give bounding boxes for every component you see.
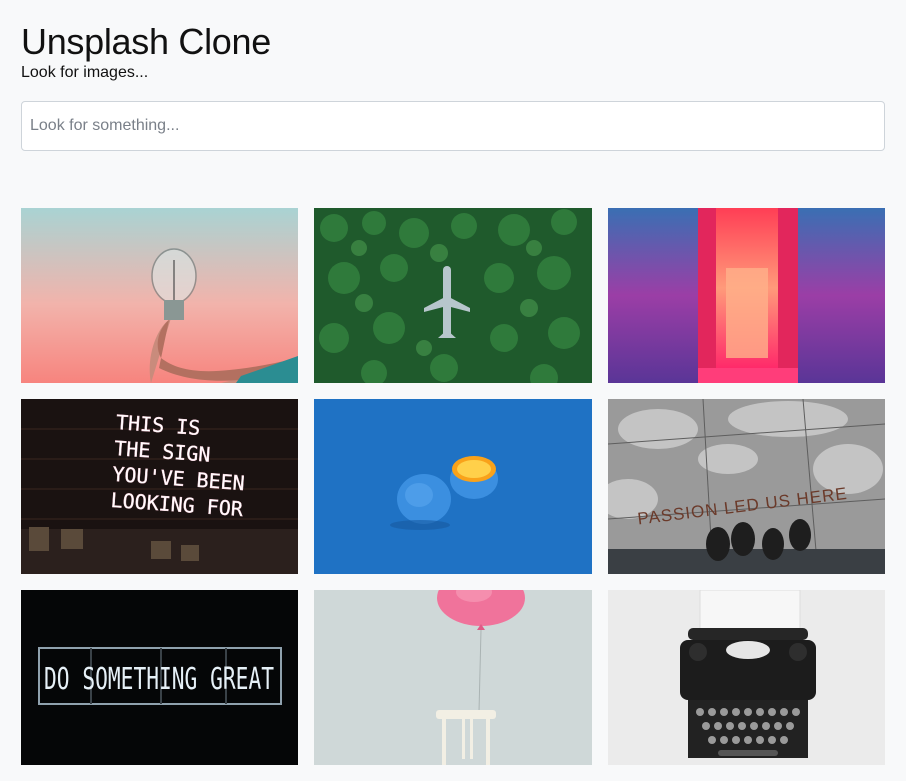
balloon-chair-photo-icon <box>314 590 592 765</box>
image-card-typewriter[interactable] <box>608 590 885 765</box>
image-grid: THIS IS THE SIGN YOU'VE BEEN LOOKING FOR <box>21 208 885 765</box>
image-card-plane-forest[interactable] <box>314 208 592 383</box>
search-input[interactable] <box>21 101 885 151</box>
page-subtitle: Look for images... <box>21 64 149 81</box>
image-card-orange[interactable] <box>314 399 592 574</box>
image-card-pavement[interactable]: PASSION LED US HERE <box>608 399 885 574</box>
lightbulb-photo-icon <box>21 208 298 383</box>
typewriter-photo-icon <box>608 590 885 765</box>
neon-great-text: DO SOMETHING GREAT <box>44 662 274 697</box>
pavement-photo-icon: PASSION LED US HERE <box>608 399 885 574</box>
neon-great-photo-icon: DO SOMETHING GREAT <box>21 590 298 765</box>
plane-forest-photo-icon <box>314 208 592 383</box>
page-title: Unsplash Clone <box>21 21 271 62</box>
page-header: Unsplash Clone Look for images... <box>0 0 906 151</box>
image-card-neon-corridor[interactable] <box>608 208 885 383</box>
image-card-lightbulb[interactable] <box>21 208 298 383</box>
image-card-neon-sign[interactable]: THIS IS THE SIGN YOU'VE BEEN LOOKING FOR <box>21 399 298 574</box>
neon-sign-photo-icon: THIS IS THE SIGN YOU'VE BEEN LOOKING FOR <box>21 399 298 574</box>
orange-photo-icon <box>314 399 592 574</box>
neon-corridor-photo-icon <box>608 208 885 383</box>
image-card-do-something-great[interactable]: DO SOMETHING GREAT <box>21 590 298 765</box>
image-card-balloon-chair[interactable] <box>314 590 592 765</box>
